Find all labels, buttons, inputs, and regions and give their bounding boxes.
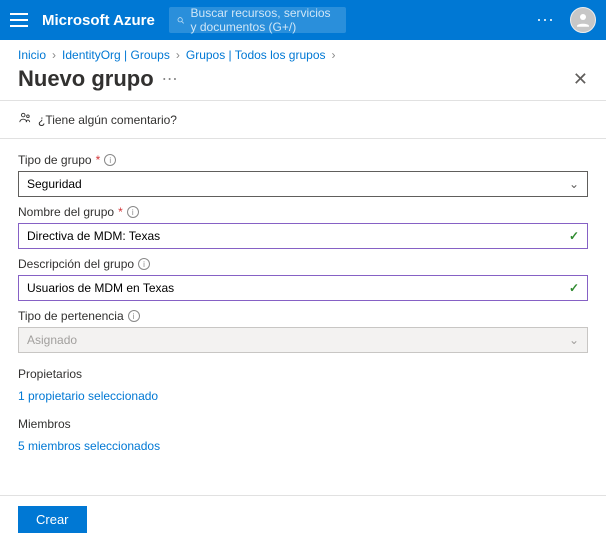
chevron-right-icon: › xyxy=(52,48,56,62)
breadcrumb: Inicio › IdentityOrg | Groups › Grupos |… xyxy=(0,40,606,62)
group-desc-label: Descripción del grupo i xyxy=(18,257,588,271)
crumb-org[interactable]: IdentityOrg | Groups xyxy=(62,48,170,62)
required-indicator: * xyxy=(96,153,101,167)
search-icon xyxy=(177,14,185,27)
members-label: Miembros xyxy=(18,417,588,431)
page-title: Nuevo grupo xyxy=(18,66,154,92)
group-name-label: Nombre del grupo * i xyxy=(18,205,588,219)
search-input[interactable]: Buscar recursos, servicios y documentos … xyxy=(169,7,347,33)
membership-select: Asignado ⌄ xyxy=(18,327,588,353)
info-icon[interactable]: i xyxy=(138,258,150,270)
info-icon[interactable]: i xyxy=(127,206,139,218)
create-button[interactable]: Crear xyxy=(18,506,87,533)
chevron-down-icon: ⌄ xyxy=(569,333,579,347)
chevron-right-icon: › xyxy=(332,48,336,62)
required-indicator: * xyxy=(118,205,123,219)
group-desc-value: Usuarios de MDM en Texas xyxy=(27,281,174,295)
feedback-text: ¿Tiene algún comentario? xyxy=(38,113,177,127)
menu-icon[interactable] xyxy=(10,13,28,27)
group-type-select[interactable]: Seguridad ⌄ xyxy=(18,171,588,197)
chevron-down-icon: ⌄ xyxy=(569,177,579,191)
group-name-value: Directiva de MDM: Texas xyxy=(27,229,160,243)
owners-link[interactable]: 1 propietario seleccionado xyxy=(18,389,158,403)
overflow-menu-icon[interactable]: ⋯ xyxy=(536,10,556,31)
check-icon: ✓ xyxy=(569,281,579,295)
membership-label: Tipo de pertenencia i xyxy=(18,309,588,323)
page-header: Nuevo grupo ⋯ ✕ xyxy=(0,62,606,100)
crumb-groups[interactable]: Grupos | Todos los grupos xyxy=(186,48,326,62)
group-desc-input[interactable]: Usuarios de MDM en Texas ✓ xyxy=(18,275,588,301)
crumb-home[interactable]: Inicio xyxy=(18,48,46,62)
feedback-link[interactable]: ¿Tiene algún comentario? xyxy=(0,101,606,138)
top-bar: Microsoft Azure Buscar recursos, servici… xyxy=(0,0,606,40)
close-icon[interactable]: ✕ xyxy=(573,69,588,90)
check-icon: ✓ xyxy=(569,229,579,243)
more-icon[interactable]: ⋯ xyxy=(162,69,178,89)
user-icon xyxy=(574,11,592,29)
form-content: Tipo de grupo * i Seguridad ⌄ Nombre del… xyxy=(0,139,606,453)
owners-label: Propietarios xyxy=(18,367,588,381)
membership-value: Asignado xyxy=(27,333,77,347)
avatar[interactable] xyxy=(570,7,596,33)
brand-label: Microsoft Azure xyxy=(42,12,155,29)
members-link[interactable]: 5 miembros seleccionados xyxy=(18,439,160,453)
info-icon[interactable]: i xyxy=(104,154,116,166)
chevron-right-icon: › xyxy=(176,48,180,62)
group-type-value: Seguridad xyxy=(27,177,82,191)
group-name-input[interactable]: Directiva de MDM: Texas ✓ xyxy=(18,223,588,249)
feedback-icon xyxy=(18,111,32,128)
info-icon[interactable]: i xyxy=(128,310,140,322)
group-type-label: Tipo de grupo * i xyxy=(18,153,588,167)
search-placeholder: Buscar recursos, servicios y documentos … xyxy=(191,6,339,34)
footer: Crear xyxy=(0,495,606,543)
